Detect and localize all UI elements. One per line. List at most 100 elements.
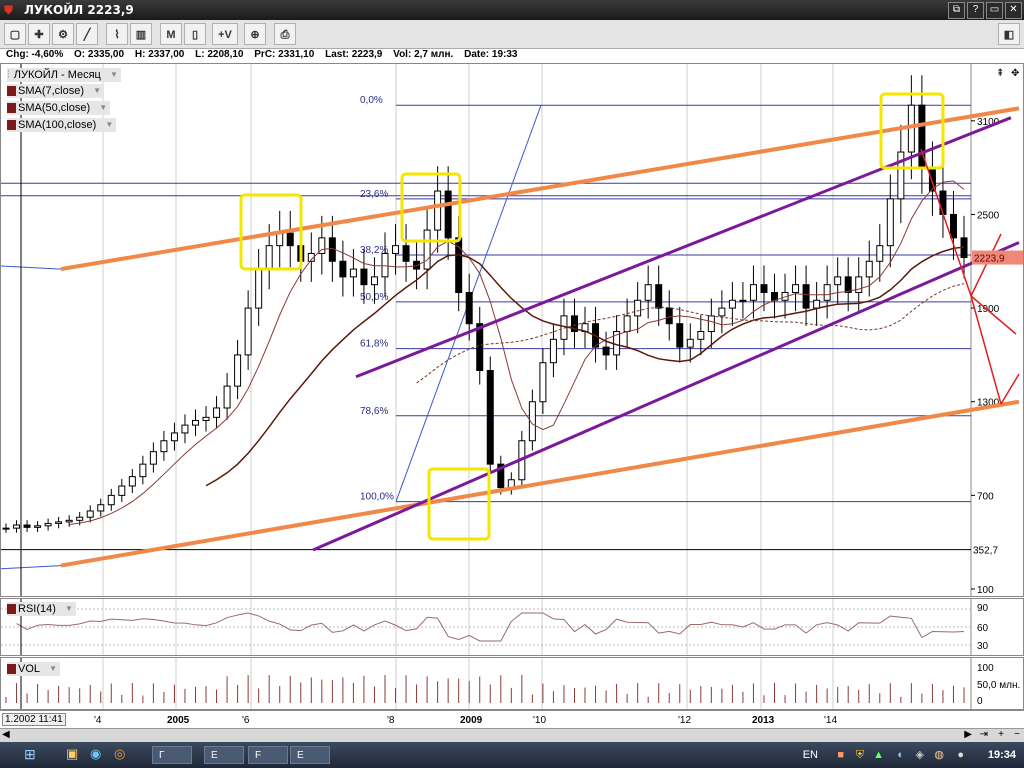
candle-body	[655, 284, 663, 309]
candle-body	[181, 424, 189, 434]
x-tick-label: '4	[94, 715, 102, 726]
add-object-icon[interactable]: ✚	[28, 23, 50, 45]
high-value: H: 2337,00	[134, 49, 185, 60]
vol-tick: 100	[977, 663, 994, 674]
chevron-down-icon[interactable]: ▼	[110, 68, 118, 82]
candle-body	[276, 232, 284, 247]
candle-body	[844, 276, 852, 293]
close-button[interactable]: ✕	[1005, 2, 1022, 19]
chart-toolbar: ▢ ✚ ⚙ ╱ ⌇ ▥ M ▯ +V ⊕ ⎙ ◧	[0, 20, 1024, 49]
legend-sma50[interactable]: SMA(50,close) ▼	[7, 101, 111, 115]
skype-icon[interactable]: ◐	[897, 742, 904, 768]
tray-app-icon[interactable]: ●	[957, 742, 964, 768]
scroll-right-icon[interactable]: ▶	[964, 729, 972, 740]
add-indicator-button[interactable]: +V	[212, 23, 238, 45]
channel-upper-line	[355, 116, 1012, 379]
candle-body	[13, 524, 21, 529]
crosshair-icon[interactable]: ⊕	[244, 23, 266, 45]
candle-body	[686, 338, 694, 348]
price-panel[interactable]: 31002500190013007001000,0%23,6%38,2%50,0…	[0, 63, 1024, 597]
candle-body	[381, 252, 389, 278]
language-indicator[interactable]: EN	[803, 742, 818, 768]
fibonacci-level-label: 23,6%	[360, 189, 388, 200]
panel-toggle-icon[interactable]: ◧	[998, 23, 1020, 45]
volume-icon[interactable]: ◈	[916, 742, 924, 768]
projection-arrow	[970, 233, 1002, 297]
horizontal-scrollbar[interactable]: ◀ ▶ ⇥ + −	[0, 728, 1024, 743]
tray-app-icon[interactable]: ◍	[934, 742, 944, 768]
channel-lower-line	[312, 241, 1020, 552]
y-tick-label: 2500	[977, 210, 1000, 221]
rsi-panel[interactable]: RSI(14) ▼ 90 60 30	[0, 598, 1024, 656]
timeframe-button[interactable]: M	[160, 23, 182, 45]
x-tick-label: 2005	[167, 715, 190, 726]
y-tick-label: 1900	[977, 304, 1000, 315]
candle-body	[676, 323, 684, 348]
zoom-in-icon[interactable]: +	[998, 729, 1004, 740]
resistance-trend-line	[60, 106, 1020, 272]
color-swatch	[7, 664, 16, 675]
chevron-down-icon[interactable]: ▼	[65, 602, 73, 616]
maximize-button[interactable]: ▭	[986, 2, 1003, 19]
bar-chart-icon[interactable]: ▥	[130, 23, 152, 45]
tray-app-icon[interactable]: ■	[837, 742, 844, 768]
candle-type-icon[interactable]: ▯	[184, 23, 206, 45]
chrome-icon[interactable]: ◎	[114, 746, 125, 762]
min-level-label: 352,7	[973, 546, 998, 557]
draw-line-icon[interactable]: ╱	[76, 23, 98, 45]
legend-instrument[interactable]: ⫶ ЛУКОЙЛ - Месяц ▼	[7, 68, 121, 82]
print-icon[interactable]: ⎙	[274, 23, 296, 45]
volume-panel[interactable]: VOL ▼ 100 50,0 млн. 0	[0, 657, 1024, 710]
time-axis[interactable]: 1.2002 11:41 '4 2005 '6 '8 2009 '10 '12 2013 '14	[0, 710, 1024, 729]
app-logo-icon: ⛊	[4, 3, 14, 17]
new-chart-icon[interactable]: ▢	[4, 23, 26, 45]
scroll-left-icon[interactable]: ◀	[2, 729, 10, 740]
chevron-down-icon[interactable]: ▼	[49, 662, 57, 676]
task-button[interactable]: Е	[290, 746, 330, 764]
legend-sma7[interactable]: SMA(7,close) ▼	[7, 84, 105, 98]
candle-body	[876, 245, 884, 262]
legend-rsi[interactable]: RSI(14) ▼	[7, 602, 76, 616]
low-value: L: 2208,10	[195, 49, 244, 60]
help-button[interactable]: ?	[967, 2, 984, 19]
pin-icon: ⫶	[7, 69, 10, 81]
candle-body	[149, 451, 157, 465]
candle-body	[202, 416, 210, 421]
folder-icon[interactable]: ▣	[66, 746, 78, 762]
x-tick-label: '6	[242, 715, 250, 726]
y-tick-label: 700	[977, 491, 994, 502]
gear-icon[interactable]: ⚙	[52, 23, 74, 45]
legend-sma100[interactable]: SMA(100,close) ▼	[7, 118, 117, 132]
shield-icon[interactable]: ⛨	[856, 742, 864, 768]
prev-close-value: PrC: 2331,10	[254, 49, 315, 60]
candle-body	[623, 315, 631, 332]
task-button[interactable]: F	[248, 746, 288, 764]
task-button[interactable]: Е	[204, 746, 244, 764]
scroll-end-icon[interactable]: ⇥	[980, 729, 988, 740]
price-chart[interactable]: 31002500190013007001000,0%23,6%38,2%50,0…	[1, 64, 1023, 596]
candle-body	[191, 419, 199, 426]
legend-vol[interactable]: VOL ▼	[7, 662, 61, 676]
color-swatch	[7, 103, 16, 114]
chevron-down-icon[interactable]: ▼	[93, 84, 101, 98]
candle-body	[44, 522, 52, 527]
sma7-line	[69, 180, 965, 526]
browser-icon[interactable]: ◉	[90, 746, 101, 762]
start-icon[interactable]: ⊞	[24, 746, 36, 763]
line-chart-icon[interactable]: ⌇	[106, 23, 128, 45]
candle-body	[86, 510, 94, 518]
candle-body	[539, 362, 547, 403]
network-icon[interactable]: ▲	[873, 742, 884, 768]
restore-button[interactable]: ⧉	[948, 2, 965, 19]
candle-body	[434, 190, 442, 231]
chevron-down-icon[interactable]: ▼	[99, 101, 107, 115]
candle-body	[170, 432, 178, 442]
chevron-down-icon[interactable]: ▼	[105, 118, 113, 132]
task-button[interactable]: Г	[152, 746, 192, 764]
candle-body	[444, 190, 452, 239]
date-value: Date: 19:33	[464, 49, 518, 60]
candle-body	[465, 291, 473, 325]
os-taskbar: ⊞ ▣ ◉ ◎ Г Е F Е EN ■ ⛨ ▲ ◐ ◈ ◍ ● 19:34	[0, 742, 1024, 768]
zoom-out-icon[interactable]: −	[1014, 729, 1020, 740]
candle-body	[718, 307, 726, 317]
